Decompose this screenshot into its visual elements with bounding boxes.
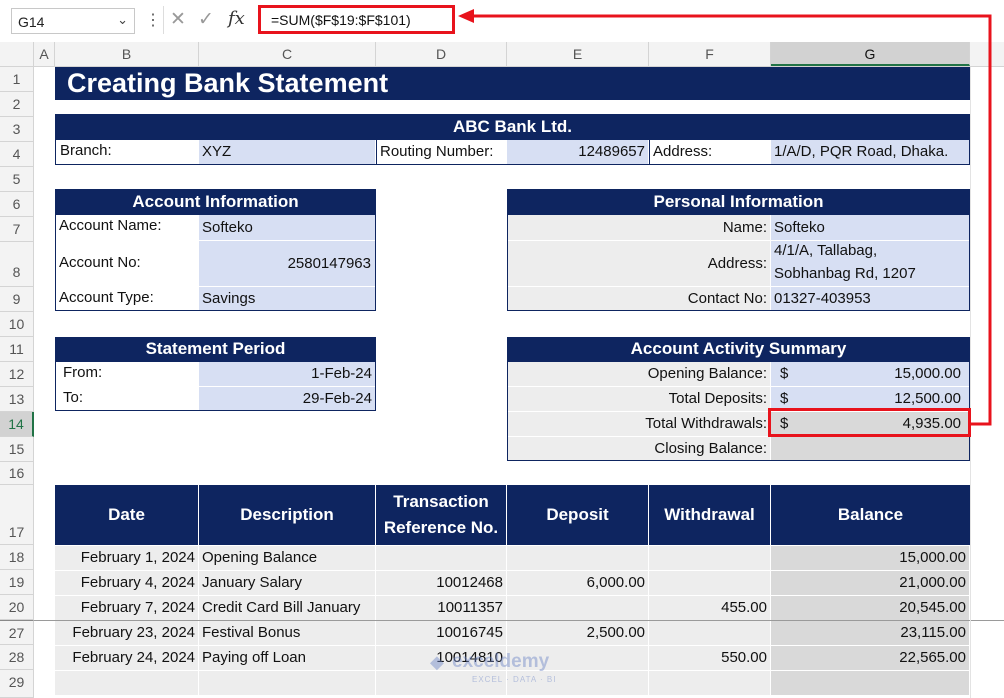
callout-arrow — [458, 9, 992, 426]
arrow-line — [470, 14, 992, 426]
arrow-head — [458, 9, 474, 23]
